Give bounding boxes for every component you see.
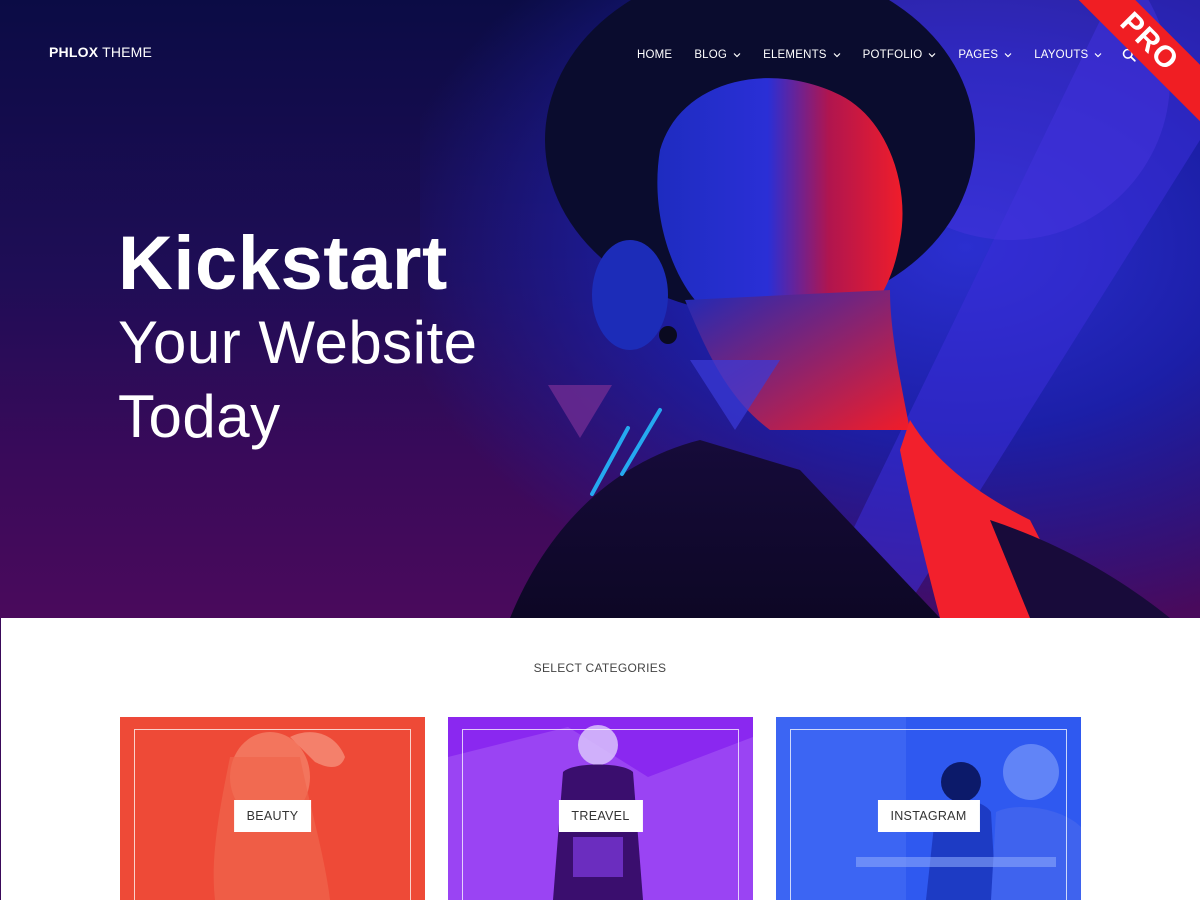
chevron-down-icon <box>1004 53 1012 58</box>
chevron-down-icon <box>833 53 841 58</box>
nav-label: BLOG <box>694 49 728 61</box>
nav-item-portfolio[interactable]: POTFOLIO <box>863 49 937 61</box>
category-label-instagram[interactable]: INSTAGRAM <box>877 800 980 832</box>
category-card-travel[interactable]: TREAVEL <box>448 717 753 900</box>
site-logo[interactable]: PHLOX THEME <box>49 44 152 60</box>
category-card-instagram[interactable]: INSTAGRAM <box>776 717 1081 900</box>
categories-title: SELECT CATEGORIES <box>533 661 667 675</box>
headline-line-2: Your Website <box>118 309 478 376</box>
nav-item-elements[interactable]: ELEMENTS <box>763 49 841 61</box>
nav-item-blog[interactable]: BLOG <box>694 49 741 61</box>
category-label-travel[interactable]: TREAVEL <box>558 800 643 832</box>
main-nav: HOME BLOG ELEMENTS POTFOLIO PAGES LAYOUT… <box>637 48 1137 62</box>
logo-light-text: THEME <box>102 44 153 60</box>
nav-label: LAYOUTS <box>1034 49 1089 61</box>
hero-section: PHLOX THEME HOME BLOG ELEMENTS POTFOLIO … <box>0 0 1200 618</box>
hero-headline: Kickstart Your Website Today <box>118 222 478 454</box>
nav-item-pages[interactable]: PAGES <box>958 49 1012 61</box>
chevron-down-icon <box>1095 53 1102 58</box>
nav-label: POTFOLIO <box>862 49 923 61</box>
nav-item-layouts[interactable]: LAYOUTS <box>1034 49 1102 61</box>
chevron-down-icon <box>928 53 936 58</box>
nav-label: ELEMENTS <box>763 49 827 61</box>
hero-portrait-image <box>510 0 1200 618</box>
headline-line-1: Kickstart <box>118 221 448 306</box>
nav-label: HOME <box>637 49 673 61</box>
nav-item-home[interactable]: HOME <box>637 49 672 61</box>
category-label-beauty[interactable]: BEAUTY <box>233 800 312 832</box>
category-card-beauty[interactable]: BEAUTY <box>120 717 425 900</box>
logo-bold-text: PHLOX <box>49 44 99 60</box>
headline-line-3: Today <box>118 383 281 450</box>
nav-label: PAGES <box>958 49 999 61</box>
chevron-down-icon <box>733 53 741 58</box>
